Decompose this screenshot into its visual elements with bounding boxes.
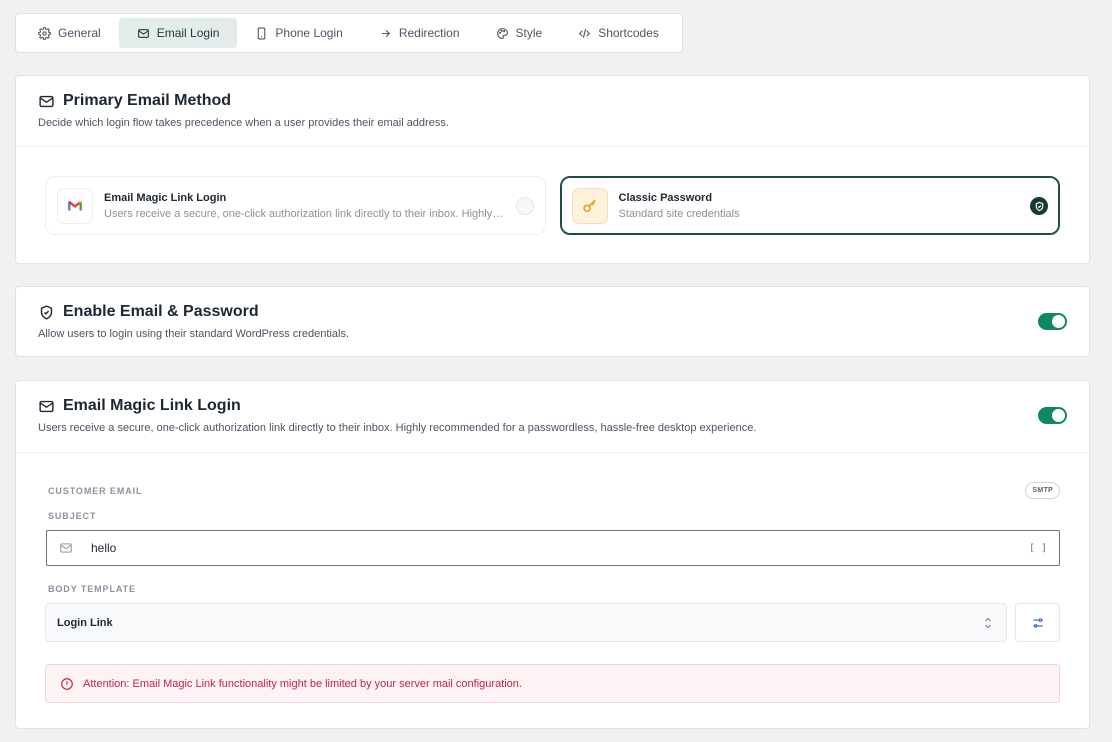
tab-redirection[interactable]: Redirection	[361, 18, 478, 48]
subject-label: SUBJECT	[48, 511, 97, 521]
tab-email-login[interactable]: Email Login	[118, 18, 238, 48]
tab-label: General	[58, 26, 101, 40]
settings-tabs: General Email Login Phone Login Redirect…	[15, 13, 683, 53]
magic-link-toggle[interactable]	[1038, 407, 1067, 424]
tab-label: Redirection	[398, 26, 460, 40]
card-description: Users receive a secure, one-click author…	[38, 422, 757, 434]
brackets-icon[interactable]: [ ]	[1029, 543, 1047, 554]
alert-text: Attention: Email Magic Link functionalit…	[83, 677, 522, 690]
tab-label: Email Login	[156, 26, 220, 40]
select-value: Login Link	[57, 616, 113, 629]
code-icon	[578, 27, 591, 40]
primary-email-method-card: Primary Email Method Decide which login …	[15, 75, 1090, 264]
email-password-card: Enable Email & Password Allow users to l…	[15, 286, 1090, 357]
tab-style[interactable]: Style	[478, 18, 561, 48]
alert-circle-icon	[60, 677, 74, 691]
tab-label: Shortcodes	[598, 26, 659, 40]
mail-icon	[137, 27, 150, 40]
shield-check-icon	[1034, 201, 1045, 212]
shield-check-icon	[38, 304, 55, 321]
tab-label: Phone Login	[275, 26, 343, 40]
template-settings-button[interactable]	[1015, 603, 1060, 642]
method-description: Users receive a secure, one-click author…	[104, 207, 504, 220]
body-template-select[interactable]: Login Link	[45, 603, 1007, 642]
radio-checked[interactable]	[1030, 197, 1048, 215]
gear-icon	[38, 26, 51, 40]
magic-link-card: Email Magic Link Login Users receive a s…	[15, 380, 1090, 729]
gmail-icon	[57, 187, 93, 224]
subject-field[interactable]: [ ]	[46, 530, 1060, 566]
card-title: Enable Email & Password	[63, 303, 259, 320]
card-description: Allow users to login using their standar…	[38, 328, 350, 340]
smtp-badge: SMTP	[1025, 482, 1060, 499]
mail-icon	[59, 541, 73, 555]
chevron-up-down-icon	[982, 616, 994, 630]
sliders-icon	[1031, 616, 1045, 630]
mail-icon	[38, 93, 55, 110]
method-option-classic-password[interactable]: Classic Password Standard site credentia…	[559, 176, 1060, 235]
key-icon	[571, 187, 608, 224]
card-description: Decide which login flow takes precedence…	[38, 117, 449, 129]
radio-unchecked[interactable]	[515, 197, 534, 215]
phone-icon	[255, 27, 268, 40]
card-title: Email Magic Link Login	[63, 397, 241, 414]
palette-icon	[496, 27, 509, 40]
method-option-magic-link[interactable]: Email Magic Link Login Users receive a s…	[45, 176, 546, 235]
email-password-toggle[interactable]	[1038, 313, 1067, 330]
tab-general[interactable]: General	[20, 18, 119, 48]
method-title: Email Magic Link Login	[104, 191, 227, 204]
mail-config-alert: Attention: Email Magic Link functionalit…	[45, 664, 1060, 703]
body-template-label: BODY TEMPLATE	[48, 584, 136, 594]
tab-shortcodes[interactable]: Shortcodes	[560, 18, 677, 48]
tab-phone-login[interactable]: Phone Login	[237, 18, 360, 48]
method-title: Classic Password	[618, 191, 713, 204]
subject-input[interactable]	[91, 541, 1029, 555]
arrow-right-icon	[379, 27, 392, 40]
card-title: Primary Email Method	[63, 92, 232, 109]
customer-email-label: CUSTOMER EMAIL	[48, 486, 143, 496]
tab-label: Style	[515, 26, 543, 40]
method-description: Standard site credentials	[618, 207, 740, 220]
mail-icon	[38, 398, 55, 415]
